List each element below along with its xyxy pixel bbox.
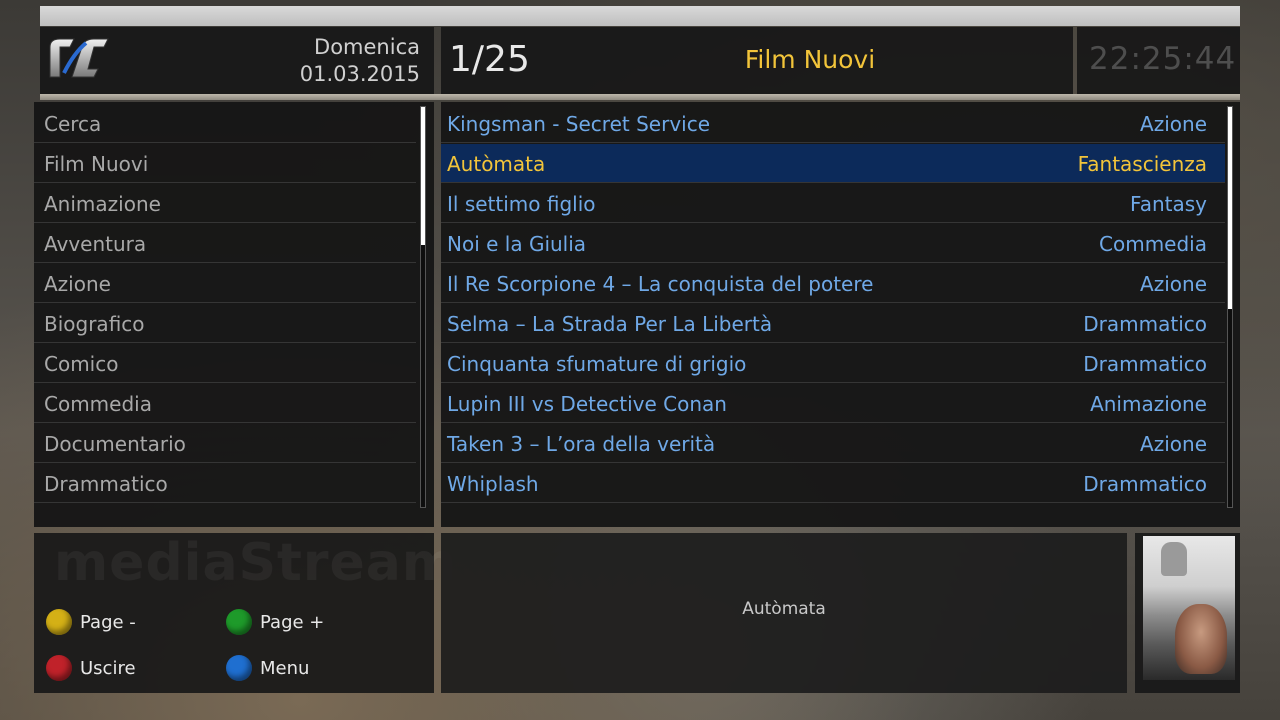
menu-label: Menu <box>260 657 310 679</box>
category-item-animazione[interactable]: Animazione <box>34 184 416 223</box>
category-label: Azione <box>44 272 111 296</box>
film-title: Whiplash <box>447 472 539 496</box>
category-scrollbar[interactable] <box>420 106 426 508</box>
film-title: Kingsman - Secret Service <box>447 112 711 136</box>
category-label: Avventura <box>44 232 147 256</box>
mediastream-logo-icon <box>49 38 109 78</box>
film-row-selected[interactable]: Autòmata Fantascienza <box>441 144 1225 183</box>
category-label: Biografico <box>44 312 145 336</box>
film-title: Il settimo figlio <box>447 192 596 216</box>
blue-button-icon <box>226 655 252 681</box>
date-day: Domenica <box>314 35 420 59</box>
page-prev-button[interactable]: Page - <box>46 607 136 637</box>
film-genre: Drammatico <box>1083 352 1207 376</box>
film-row[interactable]: Taken 3 – L’ora della verità Azione <box>441 424 1225 463</box>
film-title: Cinquanta sfumature di grigio <box>447 352 747 376</box>
description-panel: Autòmata <box>441 533 1127 693</box>
category-label: Commedia <box>44 392 152 416</box>
film-title: Taken 3 – L’ora della verità <box>447 432 716 456</box>
button-legend-panel: mediaStream Page - Page + Uscire Menu <box>34 533 456 693</box>
film-title: Autòmata <box>447 152 546 176</box>
category-item-biografico[interactable]: Biografico <box>34 304 416 343</box>
category-label: Animazione <box>44 192 161 216</box>
category-item-commedia[interactable]: Commedia <box>34 384 416 423</box>
page-title: Film Nuovi <box>744 45 876 74</box>
red-button-icon <box>46 655 72 681</box>
top-strip <box>40 6 1240 26</box>
film-genre: Azione <box>1140 112 1207 136</box>
film-row[interactable]: Selma – La Strada Per La Libertà Drammat… <box>441 304 1225 343</box>
film-genre: Azione <box>1140 272 1207 296</box>
film-description: Autòmata <box>742 599 826 619</box>
poster-frame <box>1135 533 1240 693</box>
category-item-drammatico[interactable]: Drammatico <box>34 464 416 503</box>
poster-face <box>1175 604 1227 674</box>
category-label: Film Nuovi <box>44 152 149 176</box>
clock: 22:25:44 <box>1089 41 1237 77</box>
film-genre: Fantascienza <box>1077 152 1207 176</box>
watermark: mediaStream <box>54 533 458 593</box>
film-genre: Animazione <box>1090 392 1207 416</box>
category-label: Comico <box>44 352 119 376</box>
film-row[interactable]: Il Re Scorpione 4 – La conquista del pot… <box>441 264 1225 303</box>
category-scrollbar-thumb[interactable] <box>421 107 425 245</box>
film-genre: Drammatico <box>1083 312 1207 336</box>
poster-robot <box>1161 542 1187 576</box>
header-divider <box>40 94 1240 100</box>
category-label: Cerca <box>44 112 102 136</box>
film-scrollbar[interactable] <box>1227 106 1233 508</box>
film-genre: Fantasy <box>1130 192 1207 216</box>
film-row[interactable]: Whiplash Drammatico <box>441 464 1225 503</box>
date-value: 01.03.2015 <box>299 62 420 86</box>
category-item-azione[interactable]: Azione <box>34 264 416 303</box>
category-item-avventura[interactable]: Avventura <box>34 224 416 263</box>
film-genre: Azione <box>1140 432 1207 456</box>
exit-label: Uscire <box>80 657 136 679</box>
category-item-film-nuovi[interactable]: Film Nuovi <box>34 144 416 183</box>
category-list: Cerca Film Nuovi Animazione Avventura Az… <box>34 102 434 527</box>
category-label: Drammatico <box>44 472 168 496</box>
film-title: Il Re Scorpione 4 – La conquista del pot… <box>447 272 874 296</box>
page-prev-label: Page - <box>80 611 136 633</box>
film-title: Selma – La Strada Per La Libertà <box>447 312 773 336</box>
green-button-icon <box>226 609 252 635</box>
film-genre: Drammatico <box>1083 472 1207 496</box>
category-item-comico[interactable]: Comico <box>34 344 416 383</box>
film-list: Kingsman - Secret Service Azione Autòmat… <box>441 102 1240 527</box>
film-title: Noi e la Giulia <box>447 232 587 256</box>
yellow-button-icon <box>46 609 72 635</box>
film-scrollbar-thumb[interactable] <box>1228 107 1232 309</box>
page-next-label: Page + <box>260 611 325 633</box>
film-poster <box>1143 536 1235 680</box>
film-row[interactable]: Il settimo figlio Fantasy <box>441 184 1225 223</box>
exit-button[interactable]: Uscire <box>46 653 136 683</box>
category-label: Documentario <box>44 432 186 456</box>
menu-button[interactable]: Menu <box>226 653 309 683</box>
page-next-button[interactable]: Page + <box>226 607 324 637</box>
header-clock-panel: 22:25:44 <box>1077 27 1240 94</box>
header-title-panel: 1/25 Film Nuovi <box>441 27 1073 94</box>
film-row[interactable]: Lupin III vs Detective Conan Animazione <box>441 384 1225 423</box>
film-row[interactable]: Kingsman - Secret Service Azione <box>441 104 1225 143</box>
category-item-documentario[interactable]: Documentario <box>34 424 416 463</box>
category-item-cerca[interactable]: Cerca <box>34 104 416 143</box>
film-row[interactable]: Noi e la Giulia Commedia <box>441 224 1225 263</box>
film-genre: Commedia <box>1099 232 1207 256</box>
film-row[interactable]: Cinquanta sfumature di grigio Drammatico <box>441 344 1225 383</box>
film-title: Lupin III vs Detective Conan <box>447 392 727 416</box>
